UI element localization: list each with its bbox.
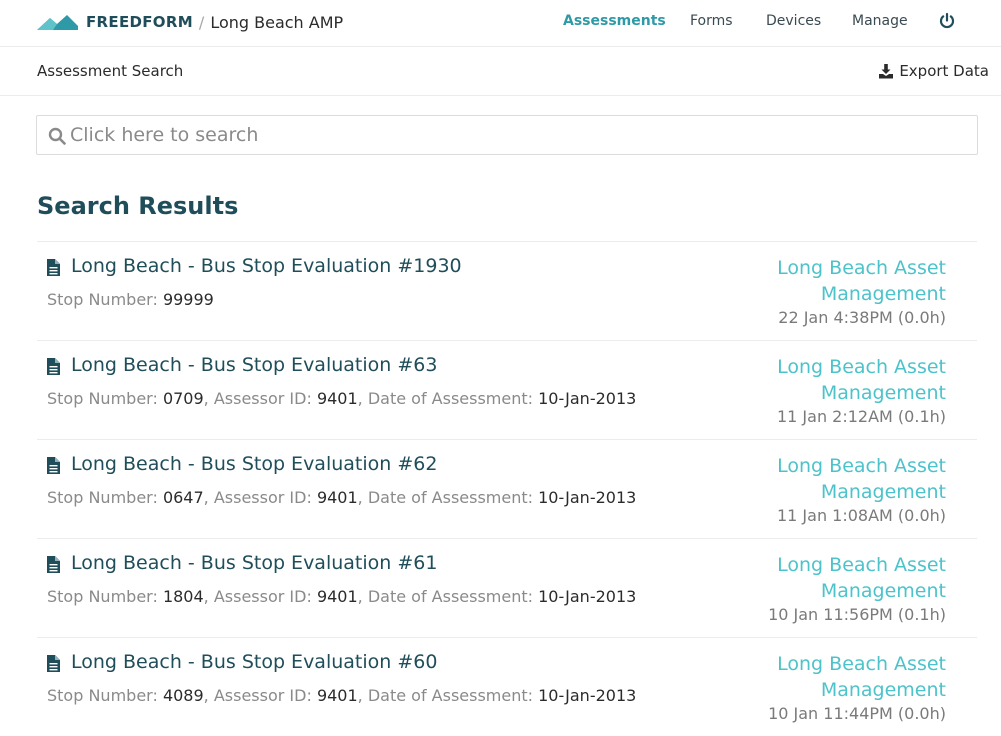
- result-title[interactable]: Long Beach - Bus Stop Evaluation #60: [71, 651, 437, 673]
- result-meta: Stop Number: 99999: [47, 290, 214, 309]
- field-value: 99999: [162, 290, 214, 309]
- field-label: Date of Assessment:: [367, 686, 534, 705]
- field-value: 0647: [162, 488, 204, 507]
- result-row[interactable]: Long Beach - Bus Stop Evaluation #63 Sto…: [37, 340, 977, 439]
- field-label: Assessor ID:: [213, 686, 312, 705]
- nav-forms[interactable]: Forms: [690, 13, 733, 29]
- nav-devices[interactable]: Devices: [766, 13, 821, 29]
- top-navbar: FREEDFORM / Long Beach AMP Assessments F…: [0, 0, 1001, 47]
- result-timestamp: 10 Jan 11:44PM (0.0h): [768, 704, 946, 723]
- result-row[interactable]: Long Beach - Bus Stop Evaluation #60 Sto…: [37, 637, 977, 736]
- result-org-link[interactable]: Long Beach Asset Management: [746, 651, 946, 703]
- result-row[interactable]: Long Beach - Bus Stop Evaluation #1930 S…: [37, 241, 977, 340]
- export-data-button[interactable]: Export Data: [878, 62, 989, 80]
- brand-separator: /: [198, 12, 205, 32]
- page-title: Assessment Search: [37, 62, 184, 80]
- field-value: 4089: [162, 686, 204, 705]
- field-value: 10-Jan-2013: [538, 587, 637, 606]
- document-icon: [47, 358, 60, 375]
- result-meta: Stop Number: 0709, Assessor ID: 9401, Da…: [47, 389, 637, 408]
- search-results-heading: Search Results: [37, 192, 239, 220]
- result-org-link[interactable]: Long Beach Asset Management: [746, 354, 946, 406]
- field-label: Stop Number:: [47, 587, 158, 606]
- nav-manage[interactable]: Manage: [852, 13, 908, 29]
- document-icon: [47, 457, 60, 474]
- field-label: Assessor ID:: [213, 488, 312, 507]
- nav-assessments[interactable]: Assessments: [563, 13, 666, 29]
- field-label: Date of Assessment:: [367, 587, 534, 606]
- field-value: 10-Jan-2013: [538, 488, 637, 507]
- search-results-list: Long Beach - Bus Stop Evaluation #1930 S…: [37, 241, 977, 736]
- field-label: Stop Number:: [47, 488, 158, 507]
- field-label: Assessor ID:: [213, 389, 312, 408]
- result-meta: Stop Number: 1804, Assessor ID: 9401, Da…: [47, 587, 637, 606]
- field-label: Date of Assessment:: [367, 389, 534, 408]
- field-label: Assessor ID:: [213, 587, 312, 606]
- field-value: 9401: [316, 488, 358, 507]
- result-title[interactable]: Long Beach - Bus Stop Evaluation #61: [71, 552, 437, 574]
- result-org-link[interactable]: Long Beach Asset Management: [746, 552, 946, 604]
- search-box[interactable]: [36, 115, 978, 155]
- download-icon: [879, 64, 894, 79]
- result-title[interactable]: Long Beach - Bus Stop Evaluation #62: [71, 453, 437, 475]
- document-icon: [47, 655, 60, 672]
- field-label: Date of Assessment:: [367, 488, 534, 507]
- search-icon: [48, 127, 66, 145]
- power-icon[interactable]: [938, 12, 956, 30]
- project-name: Long Beach AMP: [210, 12, 344, 32]
- field-label: Stop Number:: [47, 686, 158, 705]
- result-timestamp: 11 Jan 2:12AM (0.1h): [776, 407, 946, 426]
- result-title[interactable]: Long Beach - Bus Stop Evaluation #63: [71, 354, 437, 376]
- result-meta: Stop Number: 0647, Assessor ID: 9401, Da…: [47, 488, 637, 507]
- document-icon: [47, 259, 60, 276]
- result-timestamp: 10 Jan 11:56PM (0.1h): [768, 605, 946, 624]
- result-org-link[interactable]: Long Beach Asset Management: [746, 255, 946, 307]
- field-value: 9401: [316, 587, 358, 606]
- result-meta: Stop Number: 4089, Assessor ID: 9401, Da…: [47, 686, 637, 705]
- field-value: 1804: [162, 587, 204, 606]
- brand-home-link[interactable]: FREEDFORM / Long Beach AMP: [37, 10, 343, 34]
- field-value: 9401: [316, 686, 358, 705]
- result-row[interactable]: Long Beach - Bus Stop Evaluation #61 Sto…: [37, 538, 977, 637]
- field-value: 9401: [316, 389, 358, 408]
- brand-name: FREEDFORM: [86, 13, 193, 31]
- result-timestamp: 11 Jan 1:08AM (0.0h): [776, 506, 946, 525]
- field-label: Stop Number:: [47, 389, 158, 408]
- field-value: 0709: [162, 389, 204, 408]
- field-value: 10-Jan-2013: [538, 389, 637, 408]
- document-icon: [47, 556, 60, 573]
- search-input[interactable]: [70, 117, 970, 153]
- sub-header: Assessment Search Export Data: [0, 47, 1001, 96]
- result-title[interactable]: Long Beach - Bus Stop Evaluation #1930: [71, 255, 462, 277]
- field-value: 10-Jan-2013: [538, 686, 637, 705]
- export-data-label: Export Data: [899, 62, 989, 80]
- result-timestamp: 22 Jan 4:38PM (0.0h): [778, 308, 946, 327]
- field-label: Stop Number:: [47, 290, 158, 309]
- freedform-logo-icon: [37, 15, 78, 30]
- result-row[interactable]: Long Beach - Bus Stop Evaluation #62 Sto…: [37, 439, 977, 538]
- result-org-link[interactable]: Long Beach Asset Management: [746, 453, 946, 505]
